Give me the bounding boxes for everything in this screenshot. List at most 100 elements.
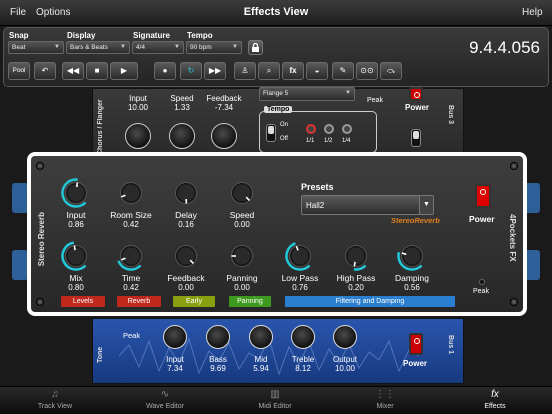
chorus-input-value: 10.00 bbox=[127, 103, 149, 112]
room-size-value: 0.42 bbox=[123, 220, 139, 229]
speed-knob[interactable] bbox=[227, 178, 257, 208]
chorus-tempo-off: Off bbox=[280, 136, 288, 142]
time-knob[interactable] bbox=[116, 241, 146, 271]
tone-unit: Tone Bus 1 Peak Input 7.34 Bass 9.69 Mid 5.94… bbox=[92, 318, 464, 384]
high-pass-value: 0.20 bbox=[348, 283, 364, 292]
tools-button[interactable]: ✎ bbox=[332, 62, 354, 80]
speed-value: 0.00 bbox=[234, 220, 250, 229]
snap-select[interactable]: Beat ▼ bbox=[8, 41, 64, 54]
window-title: Effects View bbox=[243, 6, 309, 18]
mix-label: Mix bbox=[69, 273, 83, 283]
fast-forward-button[interactable]: ▶▶ bbox=[204, 62, 226, 80]
screw bbox=[510, 162, 518, 170]
tone-output-value: 10.00 bbox=[334, 364, 356, 373]
tone-output-knob[interactable] bbox=[333, 325, 357, 349]
tone-bass-knob[interactable] bbox=[206, 325, 230, 349]
stereo-reverb-panel: Stereo Reverb 4Pockets FX Input 0.86 Room… bbox=[31, 156, 523, 312]
tempo-div-1-4: 1/4 bbox=[342, 138, 351, 144]
tone-power-button[interactable] bbox=[409, 333, 423, 355]
record-button[interactable]: ● bbox=[154, 62, 176, 80]
file-menu[interactable]: File bbox=[10, 7, 26, 18]
input-knob[interactable] bbox=[61, 178, 91, 208]
section-tag-levels: Levels bbox=[61, 296, 105, 307]
damping-knob[interactable] bbox=[397, 241, 427, 271]
fast-forward-icon: ▶▶ bbox=[208, 66, 222, 75]
tab-wave-editor[interactable]: ∿ Wave Editor bbox=[110, 387, 220, 414]
chorus-tempo-on: On bbox=[280, 122, 289, 128]
low-pass-label: Low Pass bbox=[281, 273, 319, 283]
display-value: Bars & Beats bbox=[70, 44, 108, 51]
room-size-knob[interactable] bbox=[116, 178, 146, 208]
loop-icon: ↻ bbox=[187, 66, 195, 75]
chorus-input-knob[interactable] bbox=[125, 123, 151, 149]
tempo-1-1-button[interactable] bbox=[306, 124, 316, 134]
left-rail-bracket bbox=[12, 183, 28, 213]
tempo-1-2-button[interactable] bbox=[324, 124, 334, 134]
time-label: Time bbox=[121, 273, 141, 283]
chorus-bus-label: Bus 3 bbox=[447, 105, 454, 125]
mixer-icon: ⋮⋮ bbox=[375, 389, 395, 400]
tone-treble-knob[interactable] bbox=[291, 325, 315, 349]
lock-button[interactable] bbox=[248, 40, 263, 55]
signature-value: 4/4 bbox=[136, 44, 146, 51]
reverb-brand-label: 4Pockets FX bbox=[508, 214, 517, 262]
chorus-speed-knob[interactable] bbox=[169, 123, 195, 149]
high-pass-knob[interactable] bbox=[341, 241, 371, 271]
chorus-tempo-toggle[interactable] bbox=[266, 124, 276, 142]
pool-button[interactable]: Pool bbox=[8, 62, 30, 80]
tab-track-view[interactable]: ♫ Track View bbox=[0, 387, 110, 414]
tempo-1-4-button[interactable] bbox=[342, 124, 352, 134]
feedback-knob[interactable] bbox=[171, 241, 201, 271]
chorus-tempo-label: Tempo bbox=[264, 106, 293, 113]
help-menu[interactable]: Help bbox=[522, 7, 543, 18]
tone-input-knob[interactable] bbox=[163, 325, 187, 349]
fx-button[interactable]: fx bbox=[282, 62, 304, 80]
metronome-button[interactable]: ♙ bbox=[234, 62, 256, 80]
mix-knob[interactable] bbox=[61, 241, 91, 271]
chorus-feedback-knob[interactable] bbox=[211, 123, 237, 149]
undo-button[interactable]: ↶ bbox=[34, 62, 56, 80]
preset-select[interactable]: Hall2 ▼ bbox=[301, 195, 434, 215]
reverb-power-button[interactable] bbox=[475, 184, 491, 208]
tab-midi-editor[interactable]: ▥ Midi Editor bbox=[220, 387, 330, 414]
binoculars-icon: ⊙⊙ bbox=[360, 66, 374, 75]
chorus-toggle[interactable] bbox=[411, 129, 421, 147]
tab-mixer[interactable]: ⋮⋮ Mixer bbox=[330, 387, 440, 414]
metronome-icon: ♙ bbox=[241, 66, 249, 75]
signature-label: Signature bbox=[133, 31, 170, 40]
play-button[interactable]: ▶ bbox=[110, 62, 138, 80]
options-menu[interactable]: Options bbox=[36, 7, 70, 18]
tone-power-label: Power bbox=[403, 359, 428, 368]
chorus-feedback-value: -7.34 bbox=[214, 103, 234, 112]
low-pass-knob[interactable] bbox=[285, 241, 315, 271]
play-icon: ▶ bbox=[120, 66, 128, 75]
tone-peak-label: Peak bbox=[123, 331, 141, 340]
stop-icon: ■ bbox=[94, 66, 100, 75]
chorus-power-button[interactable] bbox=[409, 87, 423, 101]
bottom-tab-bar: ♫ Track View ∿ Wave Editor ▥ Midi Editor… bbox=[0, 386, 552, 414]
panning-knob[interactable] bbox=[227, 241, 257, 271]
duck-button[interactable]: ◒ bbox=[306, 62, 328, 80]
section-tag-filtering-and-damping: Filtering and Damping bbox=[285, 296, 455, 307]
input-label: Input bbox=[66, 210, 86, 220]
stop-button[interactable]: ■ bbox=[86, 62, 108, 80]
chorus-preset-select[interactable]: Flange 5 ▼ bbox=[259, 87, 355, 101]
loop-button[interactable]: ↻ bbox=[180, 62, 202, 80]
display-label: Display bbox=[67, 31, 96, 40]
damping-value: 0.56 bbox=[404, 283, 420, 292]
route-button[interactable]: ⤼ bbox=[380, 62, 402, 80]
chorus-flanger-unit: Chorus / Flanger Bus 3 Input 10.00 Speed… bbox=[92, 87, 464, 155]
route-icon: ⤼ bbox=[386, 66, 396, 75]
view-button[interactable]: ⊙⊙ bbox=[356, 62, 378, 80]
chorus-side-label: Chorus / Flanger bbox=[97, 99, 104, 155]
tone-mid-knob[interactable] bbox=[249, 325, 273, 349]
rewind-button[interactable]: ◀◀ bbox=[62, 62, 84, 80]
tempo-select[interactable]: 90 bpm ▼ bbox=[186, 41, 242, 54]
zoom-button[interactable]: ⌕ bbox=[258, 62, 280, 80]
high-pass-label: High Pass bbox=[336, 273, 376, 283]
delay-knob[interactable] bbox=[171, 178, 201, 208]
signature-select[interactable]: 4/4 ▼ bbox=[132, 41, 184, 54]
snap-value: Beat bbox=[12, 44, 26, 51]
display-select[interactable]: Bars & Beats ▼ bbox=[66, 41, 130, 54]
tab-effects[interactable]: fx Effects bbox=[440, 387, 550, 414]
